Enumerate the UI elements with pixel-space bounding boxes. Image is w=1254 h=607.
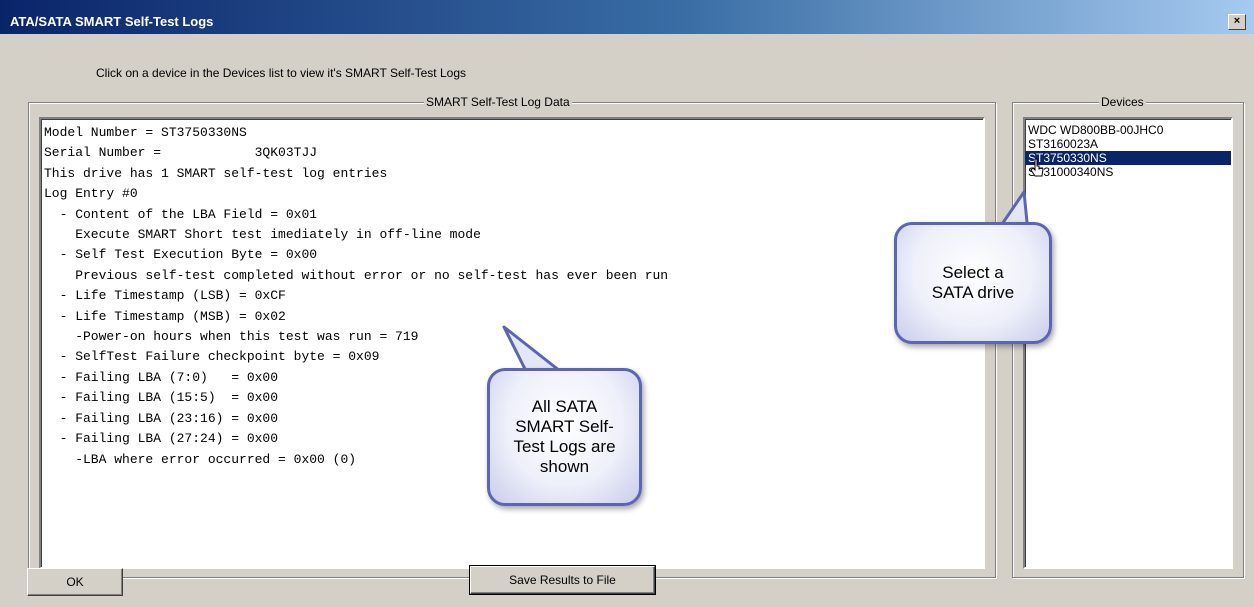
log-line: Model Number = ST3750330NS	[44, 125, 247, 140]
callout-line: All SATA	[531, 397, 598, 416]
callout-logs: All SATA SMART Self- Test Logs are shown	[487, 368, 642, 506]
save-results-button[interactable]: Save Results to File	[470, 566, 655, 594]
callout-logs-text: All SATA SMART Self- Test Logs are shown	[513, 397, 615, 477]
log-line: Serial Number = 3QK03TJJ	[44, 145, 318, 161]
log-line: This drive has 1 SMART self-test log ent…	[44, 165, 388, 181]
callout-line: Test Logs are	[513, 437, 616, 456]
instruction-text: Click on a device in the Devices list to…	[96, 66, 466, 80]
devices-group: Devices WDC WD800BB-00JHC0 ST3160023A ST37…	[1012, 95, 1244, 578]
device-item[interactable]: ST3750330NS	[1025, 151, 1231, 165]
ok-button[interactable]: OK	[27, 568, 123, 596]
devices-group-label: Devices	[1099, 95, 1146, 109]
device-item[interactable]: ST31000340NS	[1025, 165, 1231, 179]
device-item[interactable]: ST3160023A	[1025, 137, 1231, 151]
callout-select-text: Select a SATA drive	[932, 263, 1015, 303]
title-bar[interactable]: ATA/SATA SMART Self-Test Logs ×	[0, 0, 1254, 34]
callout-line: SMART Self-	[515, 417, 614, 436]
close-button[interactable]: ×	[1228, 14, 1246, 30]
log-line: - Life Timestamp (LSB) = 0xCF	[44, 288, 286, 304]
device-items: WDC WD800BB-00JHC0 ST3160023A ST3750330NS S…	[1025, 119, 1231, 179]
log-line: Log Entry #0	[44, 186, 138, 202]
callout-line: shown	[539, 457, 590, 476]
callout-select: Select a SATA drive	[894, 222, 1052, 344]
callout-line: SATA drive	[931, 283, 1015, 302]
self-test-log-window: ATA/SATA SMART Self-Test Logs × Click on…	[0, 0, 1254, 607]
log-line: Execute SMART Short test imediately in o…	[44, 227, 481, 243]
log-line: - Life Timestamp (MSB) = 0x02	[44, 308, 286, 324]
mouse-cursor-icon	[1030, 158, 1044, 177]
callout-line: Select a	[942, 263, 1004, 282]
devices-list[interactable]: WDC WD800BB-00JHC0 ST3160023A ST3750330NS S…	[1023, 117, 1233, 569]
log-group-label: SMART Self-Test Log Data	[424, 95, 572, 109]
device-item[interactable]: WDC WD800BB-00JHC0	[1025, 123, 1231, 137]
log-line: Previous self-test completed without err…	[44, 267, 669, 283]
log-line: - Self Test Execution Byte = 0x00	[44, 247, 318, 263]
window-title: ATA/SATA SMART Self-Test Logs	[10, 14, 214, 29]
log-line: - Content of the LBA Field = 0x01	[44, 206, 318, 222]
